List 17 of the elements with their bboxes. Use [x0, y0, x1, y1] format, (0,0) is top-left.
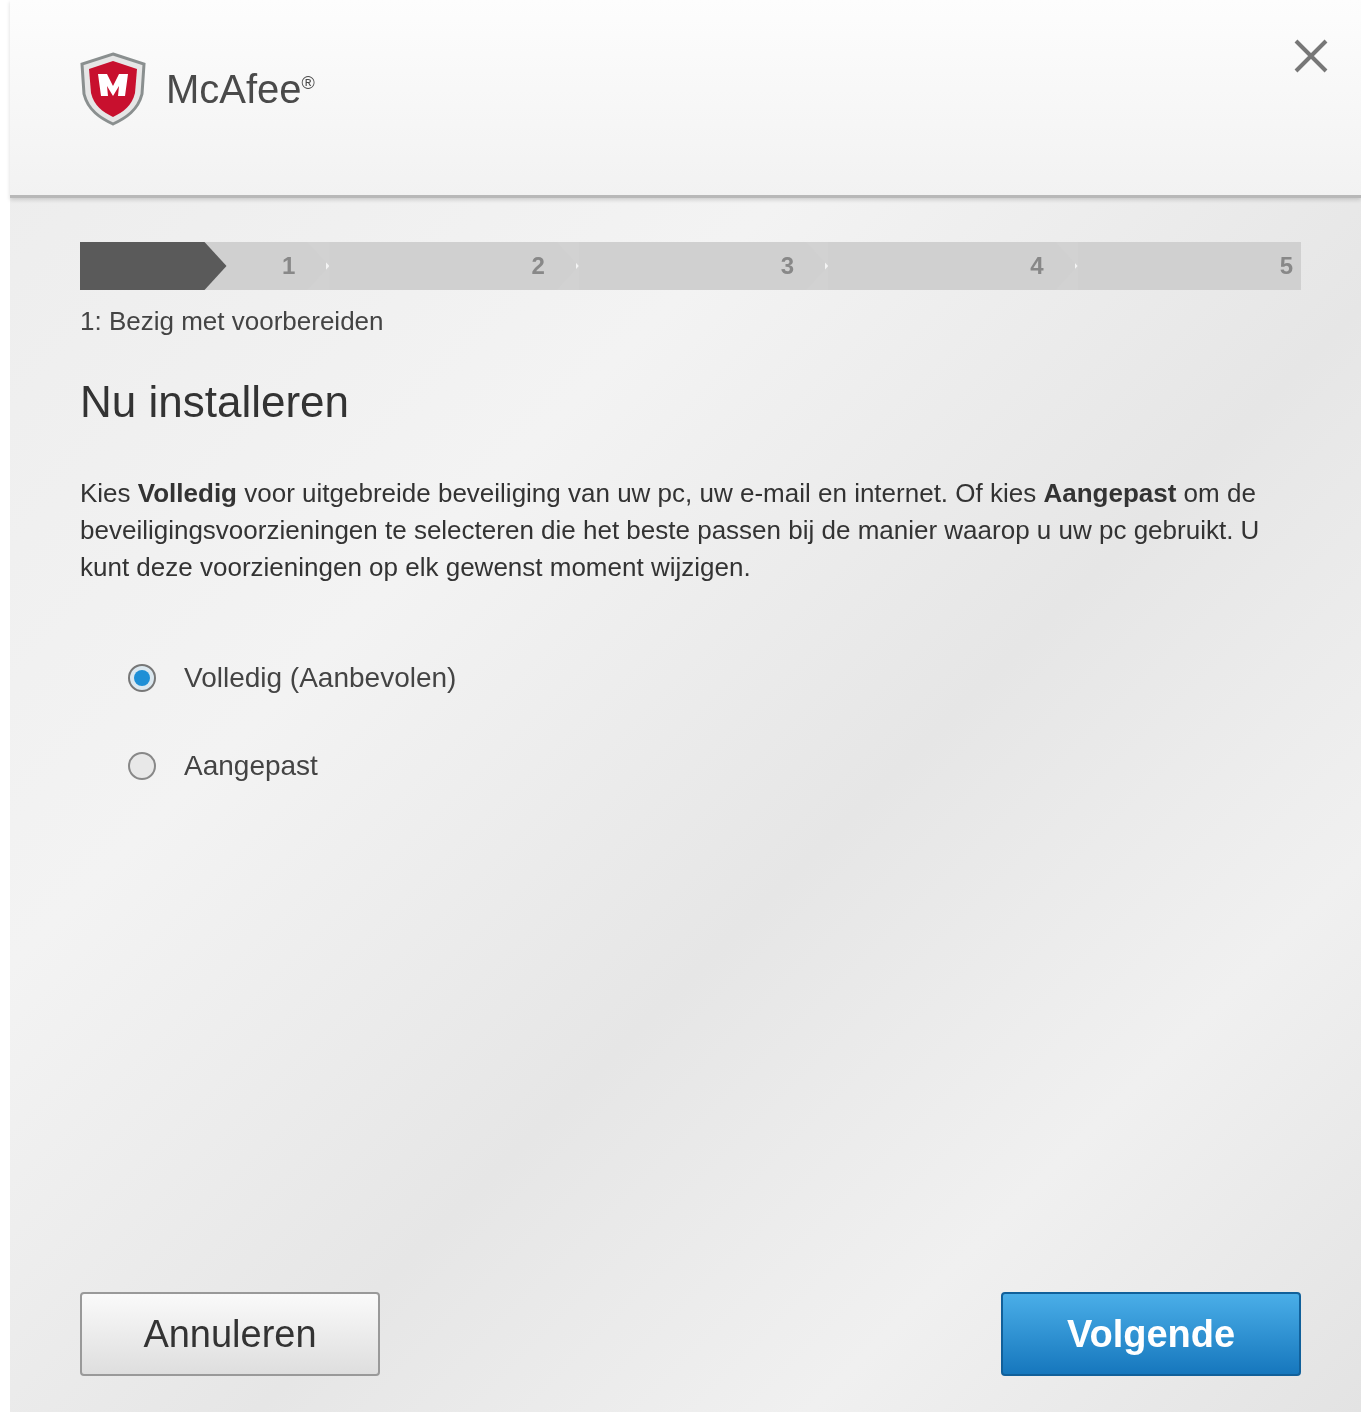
page-title: Nu installeren [80, 377, 351, 427]
step-number: 2 [531, 252, 545, 280]
cancel-button[interactable]: Annuleren [80, 1292, 380, 1376]
step-number: 4 [1030, 252, 1044, 280]
close-button[interactable] [1293, 38, 1329, 74]
radio-button[interactable] [128, 752, 156, 780]
shield-logo-icon [78, 52, 148, 126]
step-caption: 1: Bezig met voorbereiden [80, 306, 385, 337]
step-number: 3 [780, 252, 795, 280]
radio-button[interactable] [128, 664, 156, 692]
description-text: Kies Volledig voor uitgebreide beveiliging van uw pc, uw e-mail en internet. Of kies Aangepast om de beveiligingsvoorzieningen te selecteren die het beste passen bij de manier waarop u uw pc gebruikt. U kunt deze voorzieningen op elk gewenst moment wijzigen. [80, 477, 1261, 584]
brand-name: McAfee$^{®}$ [166, 66, 315, 112]
close-icon [1293, 38, 1329, 74]
radio-option[interactable]: Aangepast [128, 750, 1301, 782]
radio-option[interactable]: Volledig (Aanbevolen) [128, 662, 1301, 694]
step-number: 1 [282, 252, 296, 280]
step-number: 5 [1279, 252, 1294, 280]
